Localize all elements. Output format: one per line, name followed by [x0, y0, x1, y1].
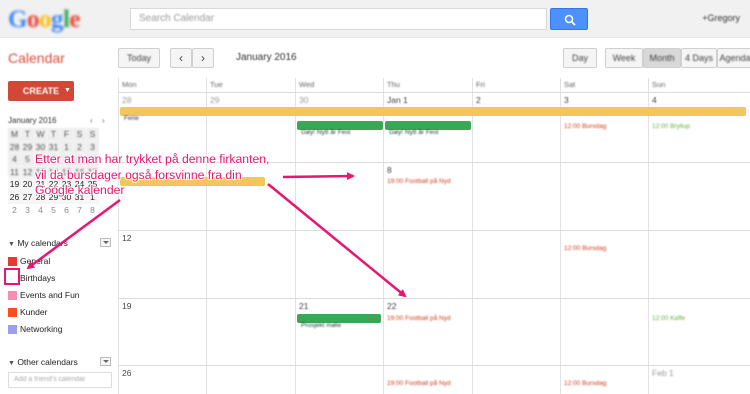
annotation-text: Etter at man har trykket på denne firkan… [35, 152, 270, 197]
arrow-down-right [267, 183, 407, 298]
arrow-down-left [26, 198, 121, 270]
birthdays-highlight-box [4, 268, 20, 285]
arrow-right [282, 172, 355, 181]
